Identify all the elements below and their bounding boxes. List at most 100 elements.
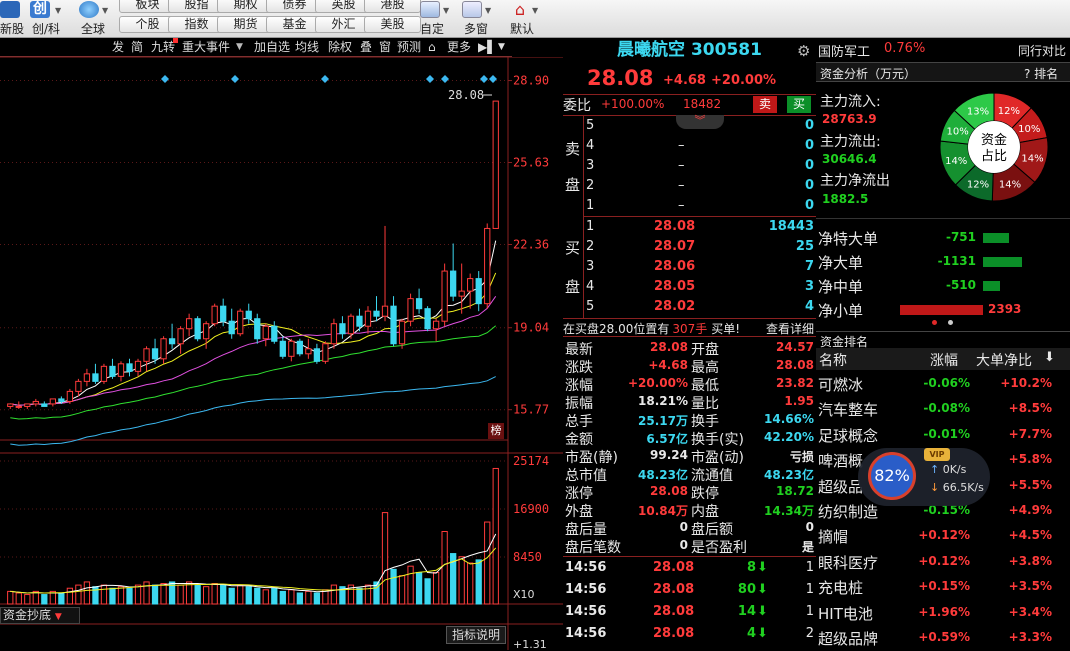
kline-chart[interactable]: 28.90 25.63 22.36 19.04 15.77 25174 16900 8450 2… (0, 57, 563, 650)
rank-name[interactable]: 超级品 (818, 476, 863, 497)
ipo-icon[interactable] (0, 1, 20, 18)
inflow-value: 28763.9 (822, 112, 877, 126)
custom-layout-icon[interactable] (420, 1, 440, 18)
sell-button[interactable]: 卖 (753, 96, 777, 113)
gear-icon[interactable]: ⚙ (797, 42, 810, 60)
chart-tool-jian[interactable]: 简 (131, 39, 143, 55)
chevron-down-icon[interactable]: ▼ (443, 6, 449, 15)
rank-name[interactable]: 充电桩 (818, 577, 863, 598)
new-stock-label[interactable]: 新股 (0, 20, 24, 37)
volume-bar (117, 586, 125, 605)
default-label[interactable]: 默认 (510, 20, 534, 37)
weibi-label: 委比 (563, 98, 591, 114)
bid-price[interactable]: 28.06 (654, 259, 695, 274)
bid-price[interactable]: 28.07 (654, 239, 695, 254)
candle-body (100, 365, 108, 382)
event-diamond-icon (161, 75, 169, 83)
rank-name[interactable]: 啤酒概 (818, 450, 863, 471)
chevron-down-icon[interactable]: ▼ (485, 6, 491, 15)
rank-col-ratio[interactable]: 大单净比 (976, 350, 1032, 370)
price-tick-label: 15.77 (513, 403, 549, 417)
rank-name[interactable]: 汽车整车 (818, 399, 878, 420)
volume-bar (160, 583, 167, 605)
global-label[interactable]: 全球 (81, 20, 105, 37)
rank-name[interactable]: 超级品牌 (818, 628, 878, 649)
chart-tool-forecast[interactable]: 预测 (397, 39, 421, 55)
home-icon[interactable]: ⌂ (510, 1, 530, 18)
chuang-ke-icon[interactable]: 创 (30, 1, 50, 18)
chevron-down-icon[interactable]: ▼ (236, 39, 243, 55)
rank-name[interactable]: 纺织制造 (818, 501, 878, 522)
volume-bar (126, 587, 133, 605)
rank-name[interactable]: 摘帽 (818, 526, 848, 547)
candle-body (75, 380, 82, 392)
rank-header-row: 名称 涨幅 大单净比 ⬇ (816, 348, 1070, 370)
chart-tool-fa[interactable]: 发 (112, 39, 124, 55)
rank-tag[interactable]: 榜 (488, 423, 504, 439)
multi-window-label[interactable]: 多窗 (464, 20, 488, 37)
chart-tool-major-events[interactable]: 重大事件 (182, 39, 230, 55)
rank-name[interactable]: 眼科医疗 (818, 552, 878, 573)
tick-volume: 80 (737, 582, 756, 597)
chevron-down-icon[interactable]: ▼ (532, 6, 538, 15)
fund-donut-chart[interactable]: 12% 10% 14% 14% 12% 14% 10% 13% 资金占比 (938, 91, 1050, 203)
collapse-orderbook-icon[interactable]: ︾ (676, 115, 724, 129)
rank-col-name[interactable]: 名称 (819, 350, 847, 370)
quote-value: 28.08 (776, 358, 814, 372)
indicator-help-button[interactable]: 指标说明 (446, 626, 506, 644)
btn-hk-stocks[interactable]: 港股 (364, 0, 421, 13)
chevron-down-icon[interactable]: ▼ (55, 6, 61, 15)
candle-body (237, 310, 244, 335)
bid-price[interactable]: 28.02 (654, 299, 695, 314)
bid-price[interactable]: 28.08 (654, 219, 695, 234)
position-note-c: 买单! (711, 322, 741, 336)
ask-price[interactable]: – (678, 158, 685, 173)
buy-button[interactable]: 买 (787, 96, 811, 113)
chart-tool-overlay[interactable]: 叠 (360, 39, 372, 55)
chart-tool-ex-rights[interactable]: 除权 (328, 39, 352, 55)
chuang-ke-label[interactable]: 创/科 (32, 20, 60, 37)
chart-tool-add-watchlist[interactable]: 加自选 (254, 39, 290, 55)
chevron-down-icon[interactable]: ▼ (498, 39, 505, 55)
chart-tool-more[interactable]: 更多 (447, 39, 471, 55)
chart-tool-ma[interactable]: 均线 (295, 39, 319, 55)
candle-body (313, 348, 321, 362)
page-dot-active[interactable] (932, 320, 937, 325)
volume-bar (134, 584, 142, 605)
bid-level: 2 (586, 239, 595, 254)
ask-price[interactable]: – (678, 138, 685, 153)
net-order-label: 净小单 (818, 302, 864, 320)
rank-col-pct[interactable]: 涨幅 (930, 350, 958, 370)
globe-icon[interactable] (79, 1, 99, 18)
net-speed-widget[interactable]: 82% VIP ↑ 0K/s ↓ 66.5K/s (858, 448, 990, 506)
chart-tool-jiuzhuan[interactable]: 九转 (151, 39, 175, 55)
candle-body (458, 290, 465, 297)
view-detail-link[interactable]: 查看详细 (766, 320, 814, 337)
bid-price[interactable]: 28.05 (654, 279, 695, 294)
chevron-down-icon[interactable]: ▼ (102, 6, 108, 15)
chart-tool-window[interactable]: 窗 (379, 39, 391, 55)
quote-value: 48.23亿 (764, 468, 814, 482)
tick-volume: 4 (746, 626, 756, 641)
sort-desc-icon[interactable]: ⬇ (1044, 350, 1055, 365)
rank-name[interactable]: 可燃冰 (818, 374, 863, 395)
ask-price[interactable]: – (678, 198, 685, 213)
indicator-selector[interactable]: 资金抄底 ▼ (0, 607, 80, 624)
ask-volume: 0 (804, 178, 814, 193)
candle-body (467, 278, 474, 292)
rank-name[interactable]: HIT电池 (818, 603, 873, 624)
rank-name[interactable]: 足球概念 (818, 425, 878, 446)
page-dot[interactable] (948, 320, 953, 325)
net-order-bar (983, 257, 1022, 267)
ask-price[interactable]: – (678, 178, 685, 193)
lock-icon[interactable]: ⌂ (428, 39, 436, 55)
peer-compare-link[interactable]: 同行对比 (1018, 42, 1066, 59)
rank-help-link[interactable]: ? 排名 (1024, 65, 1058, 82)
custom-label[interactable]: 自定 (420, 20, 444, 37)
sector-name[interactable]: 国防军工 (818, 41, 870, 60)
candle-body (228, 320, 235, 335)
multi-window-icon[interactable] (462, 1, 482, 18)
btn-us-stocks[interactable]: 美股 (364, 16, 421, 33)
expand-icon[interactable]: ▶▌ (478, 39, 496, 55)
candle-body (194, 318, 201, 340)
